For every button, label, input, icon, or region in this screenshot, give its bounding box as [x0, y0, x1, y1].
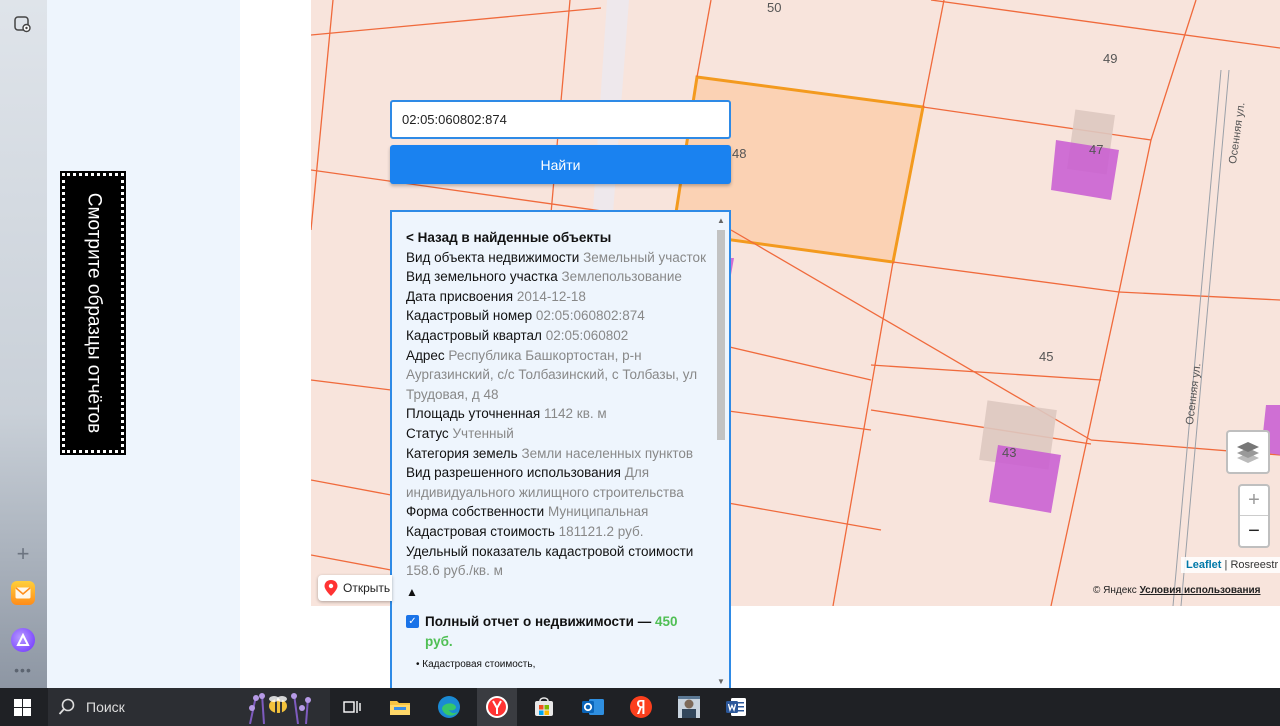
parcel-label-50: 50 — [767, 0, 782, 15]
screenshot-icon[interactable] — [11, 12, 35, 36]
map-attribution: Leaflet | Rosreestr — [1181, 557, 1280, 573]
info-row-assign-date: Дата присвоения 2014-12-18 — [406, 287, 706, 307]
info-label: Вид разрешенного использования — [406, 465, 621, 481]
parcel-label-47: 47 — [1089, 142, 1104, 157]
find-button[interactable]: Найти — [390, 145, 731, 184]
parcel-label-45: 45 — [1039, 349, 1054, 364]
info-value: 02:05:060802:874 — [535, 308, 645, 324]
windows-start-icon[interactable] — [14, 699, 31, 716]
outlook-icon[interactable] — [580, 694, 606, 720]
info-row-ownership: Форма собственности Муниципальная — [406, 502, 706, 522]
layers-button[interactable] — [1226, 430, 1270, 474]
alice-assistant-icon[interactable] — [11, 628, 35, 652]
taskbar-search-box[interactable]: Поиск — [48, 688, 330, 726]
more-icon[interactable]: ••• — [11, 658, 35, 682]
info-row-land-category: Категория земель Земли населенных пункто… — [406, 444, 706, 464]
attribution-source: Rosreestr — [1230, 559, 1279, 571]
sample-reports-text: Смотрите образцы отчётов — [83, 192, 105, 434]
info-row-specific-value: Удельный показатель кадастровой стоимост… — [406, 542, 706, 581]
page-gap — [240, 0, 311, 688]
info-label: Адрес — [406, 347, 445, 363]
object-info-panel[interactable]: < Назад в найденные объекты Вид объекта … — [390, 210, 731, 690]
parcel-label-43: 43 — [1002, 445, 1017, 460]
full-report-checkbox[interactable]: ✓ — [406, 615, 419, 629]
scroll-thumb[interactable] — [717, 230, 725, 440]
yandex-browser-icon[interactable] — [484, 694, 510, 720]
open-in-yandex-maps-button[interactable]: Открыть — [318, 575, 392, 601]
yandex-icon[interactable] — [628, 694, 654, 720]
full-report-title: Полный отчет о недвижимости — 450 руб. — [425, 612, 706, 652]
info-row-object-type: Вид объекта недвижимости Земельный участ… — [406, 248, 706, 268]
info-row-cadastral-value: Кадастровая стоимость 181121.2 руб. — [406, 522, 706, 542]
info-row-permitted-use: Вид разрешенного использования Для индив… — [406, 463, 706, 502]
parcel-label-49: 49 — [1103, 51, 1118, 66]
scroll-down-icon[interactable]: ▼ — [717, 677, 725, 686]
info-label: Статус — [406, 425, 449, 441]
parcel-label-48: 48 — [732, 146, 747, 161]
info-row-land-type: Вид земельного участка Землепользование — [406, 267, 706, 287]
file-explorer-icon[interactable] — [387, 694, 413, 720]
cadastral-search-input[interactable] — [390, 100, 731, 139]
back-to-results-link[interactable]: < Назад в найденные объекты — [406, 228, 706, 248]
full-report-label: Полный отчет о недвижимости — — [425, 614, 655, 630]
full-report-option[interactable]: ✓ Полный отчет о недвижимости — 450 руб. — [406, 612, 706, 652]
info-row-cadastral-number: Кадастровый номер 02:05:060802:874 — [406, 306, 706, 326]
terms-of-use-link[interactable]: Условия использования — [1140, 585, 1261, 596]
yandex-terms: © Яндекс Условия использования — [1093, 585, 1280, 596]
zoom-out-button[interactable]: − — [1240, 516, 1268, 546]
info-label: Категория земель — [406, 445, 518, 461]
add-panel-icon[interactable]: + — [11, 542, 35, 566]
info-value: 1142 кв. м — [544, 406, 607, 422]
zoom-control: + − — [1238, 484, 1270, 548]
info-row-address: Адрес Республика Башкортостан, р-н Аурга… — [406, 346, 706, 405]
edge-browser-icon[interactable] — [436, 694, 462, 720]
yandex-copyright: © Яндекс — [1093, 585, 1140, 596]
info-row-cadastral-quarter: Кадастровый квартал 02:05:060802 — [406, 326, 706, 346]
map-pin-icon — [324, 580, 338, 596]
windows-taskbar: Поиск — [0, 688, 1280, 726]
info-label: Кадастровый квартал — [406, 327, 542, 343]
lavender-bee-icon — [249, 693, 311, 724]
info-label: Вид объекта недвижимости — [406, 249, 580, 265]
microsoft-store-icon[interactable] — [531, 694, 557, 720]
info-value: Учтенный — [452, 425, 514, 441]
report-feature-text: Кадастровая стоимость, — [422, 659, 536, 671]
info-label: Площадь уточненная — [406, 406, 541, 422]
info-value: 181121.2 руб. — [558, 523, 644, 539]
info-value: Землепользование — [561, 269, 682, 285]
info-value: 2014-12-18 — [516, 288, 586, 304]
collapse-arrow-icon[interactable]: ▲ — [406, 583, 706, 603]
info-label: Дата присвоения — [406, 288, 514, 304]
search-icon — [58, 698, 75, 715]
word-icon[interactable] — [723, 694, 749, 720]
user-app-icon[interactable] — [676, 694, 702, 720]
task-view-icon[interactable] — [339, 694, 365, 720]
info-row-area: Площадь уточненная 1142 кв. м — [406, 404, 706, 424]
info-row-status: Статус Учтенный — [406, 424, 706, 444]
info-label: Удельный показатель кадастровой стоимост… — [406, 543, 694, 559]
layers-icon — [1237, 442, 1259, 463]
leaflet-link[interactable]: Leaflet — [1186, 559, 1221, 571]
open-label: Открыть — [343, 581, 391, 595]
sample-reports-banner[interactable]: Смотрите образцы отчётов — [60, 171, 126, 455]
browser-side-panel: + ••• — [0, 0, 47, 688]
scroll-up-icon[interactable]: ▲ — [717, 216, 725, 225]
info-label: Вид земельного участка — [406, 269, 558, 285]
info-value: 158.6 руб./кв. м — [406, 563, 503, 579]
taskbar-search-placeholder: Поиск — [86, 699, 125, 715]
report-feature-item: • Кадастровая стоимость, — [416, 659, 536, 671]
info-label: Кадастровая стоимость — [406, 523, 555, 539]
info-value: Земельный участок — [583, 249, 706, 265]
info-label: Кадастровый номер — [406, 308, 533, 324]
info-label: Форма собственности — [406, 504, 545, 520]
info-value: Земли населенных пунктов — [521, 445, 694, 461]
info-value: Муниципальная — [547, 504, 649, 520]
info-value: 02:05:060802 — [545, 327, 629, 343]
info-value: Республика Башкортостан, р-н Аургазински… — [406, 347, 698, 402]
mail-icon[interactable] — [11, 581, 35, 605]
zoom-in-button[interactable]: + — [1240, 486, 1268, 516]
info-panel-scrollbar[interactable]: ▲ ▼ — [715, 216, 727, 686]
